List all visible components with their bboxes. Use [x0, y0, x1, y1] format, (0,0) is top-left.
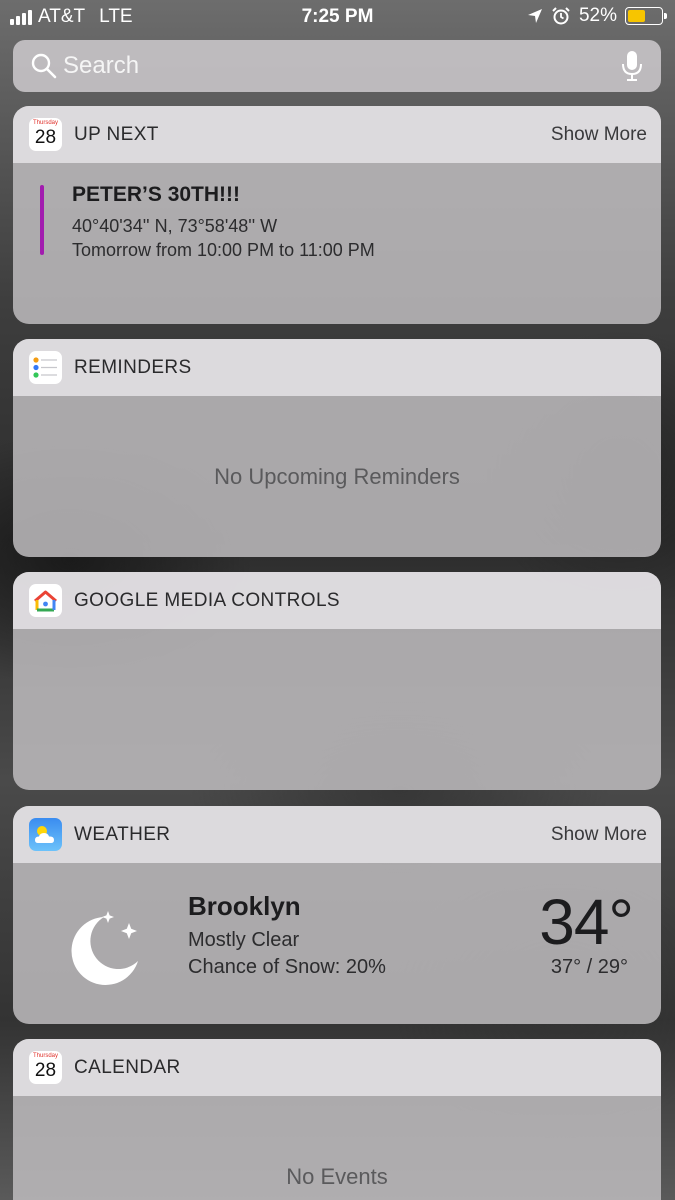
show-more-button[interactable]: Show More [551, 124, 647, 146]
widget-header: Thursday 28 CALENDAR [13, 1039, 661, 1096]
google-media-widget[interactable]: GOOGLE MEDIA CONTROLS [13, 572, 661, 790]
mic-icon[interactable] [621, 50, 643, 82]
weather-temperature: 34° [539, 886, 634, 958]
up-next-widget[interactable]: Thursday 28 UP NEXT Show More PETER’S 30… [13, 106, 661, 324]
status-bar: AT&T LTE 7:25 PM 52% [0, 0, 675, 36]
google-home-icon [29, 584, 62, 617]
empty-reminders-text: No Upcoming Reminders [214, 464, 460, 489]
widget-header: Thursday 28 UP NEXT Show More [13, 106, 661, 163]
widget-title: CALENDAR [74, 1056, 181, 1078]
calendar-icon: Thursday 28 [29, 1051, 62, 1084]
calendar-day-label: Thursday [32, 1053, 58, 1059]
status-right: 52% [527, 5, 667, 27]
google-home-glyph [34, 590, 57, 612]
weather-hi-lo: 37° / 29° [550, 956, 628, 978]
event-time: Tomorrow from 10:00 PM to 11:00 PM [72, 240, 375, 260]
reminders-icon [29, 351, 62, 384]
widget-title: WEATHER [74, 823, 171, 845]
calendar-body: No Events [13, 1096, 661, 1200]
calendar-widget[interactable]: Thursday 28 CALENDAR No Events [13, 1039, 661, 1200]
alarm-icon [552, 7, 570, 25]
battery-level-fill [628, 10, 645, 22]
calendar-day-number: 28 [34, 1060, 57, 1081]
search-icon [31, 53, 57, 79]
reminders-glyph [33, 357, 57, 378]
weather-widget[interactable]: WEATHER Show More Brooklyn Mostly Clear … [13, 806, 661, 1024]
reminders-body: No Upcoming Reminders [13, 396, 661, 557]
reminders-widget[interactable]: REMINDERS No Upcoming Reminders [13, 339, 661, 557]
widget-title: UP NEXT [74, 123, 159, 145]
calendar-day-label: Thursday [32, 120, 58, 126]
moon-stars-icon [71, 911, 138, 985]
widget-title: GOOGLE MEDIA CONTROLS [74, 589, 341, 611]
up-next-body[interactable]: PETER’S 30TH!!! 40°40'34'' N, 73°58'48''… [13, 163, 661, 324]
weather-city: Brooklyn [188, 891, 301, 921]
battery-percent: 52% [578, 5, 617, 26]
search-input[interactable] [63, 52, 621, 80]
calendar-day-number: 28 [34, 127, 57, 148]
event-color-bar [40, 185, 44, 255]
location-arrow-icon [527, 9, 542, 23]
widget-title: REMINDERS [74, 356, 192, 378]
calendar-icon: Thursday 28 [29, 118, 62, 151]
google-media-body[interactable] [13, 629, 661, 790]
widget-header: WEATHER Show More [13, 806, 661, 863]
event-title[interactable]: PETER’S 30TH!!! [72, 183, 240, 207]
weather-app-glyph [35, 826, 54, 843]
search-bar[interactable] [13, 40, 661, 92]
weather-condition: Mostly Clear [188, 929, 300, 951]
empty-events-text: No Events [286, 1164, 388, 1189]
battery-icon [625, 7, 667, 25]
weather-body[interactable]: Brooklyn Mostly Clear Chance of Snow: 20… [13, 863, 661, 1024]
event-location: 40°40'34'' N, 73°58'48'' W [72, 216, 278, 236]
widget-header: REMINDERS [13, 339, 661, 396]
weather-app-icon [29, 818, 62, 851]
widget-header: GOOGLE MEDIA CONTROLS [13, 572, 661, 629]
show-more-button[interactable]: Show More [551, 824, 647, 846]
weather-snow-chance: Chance of Snow: 20% [188, 956, 386, 978]
